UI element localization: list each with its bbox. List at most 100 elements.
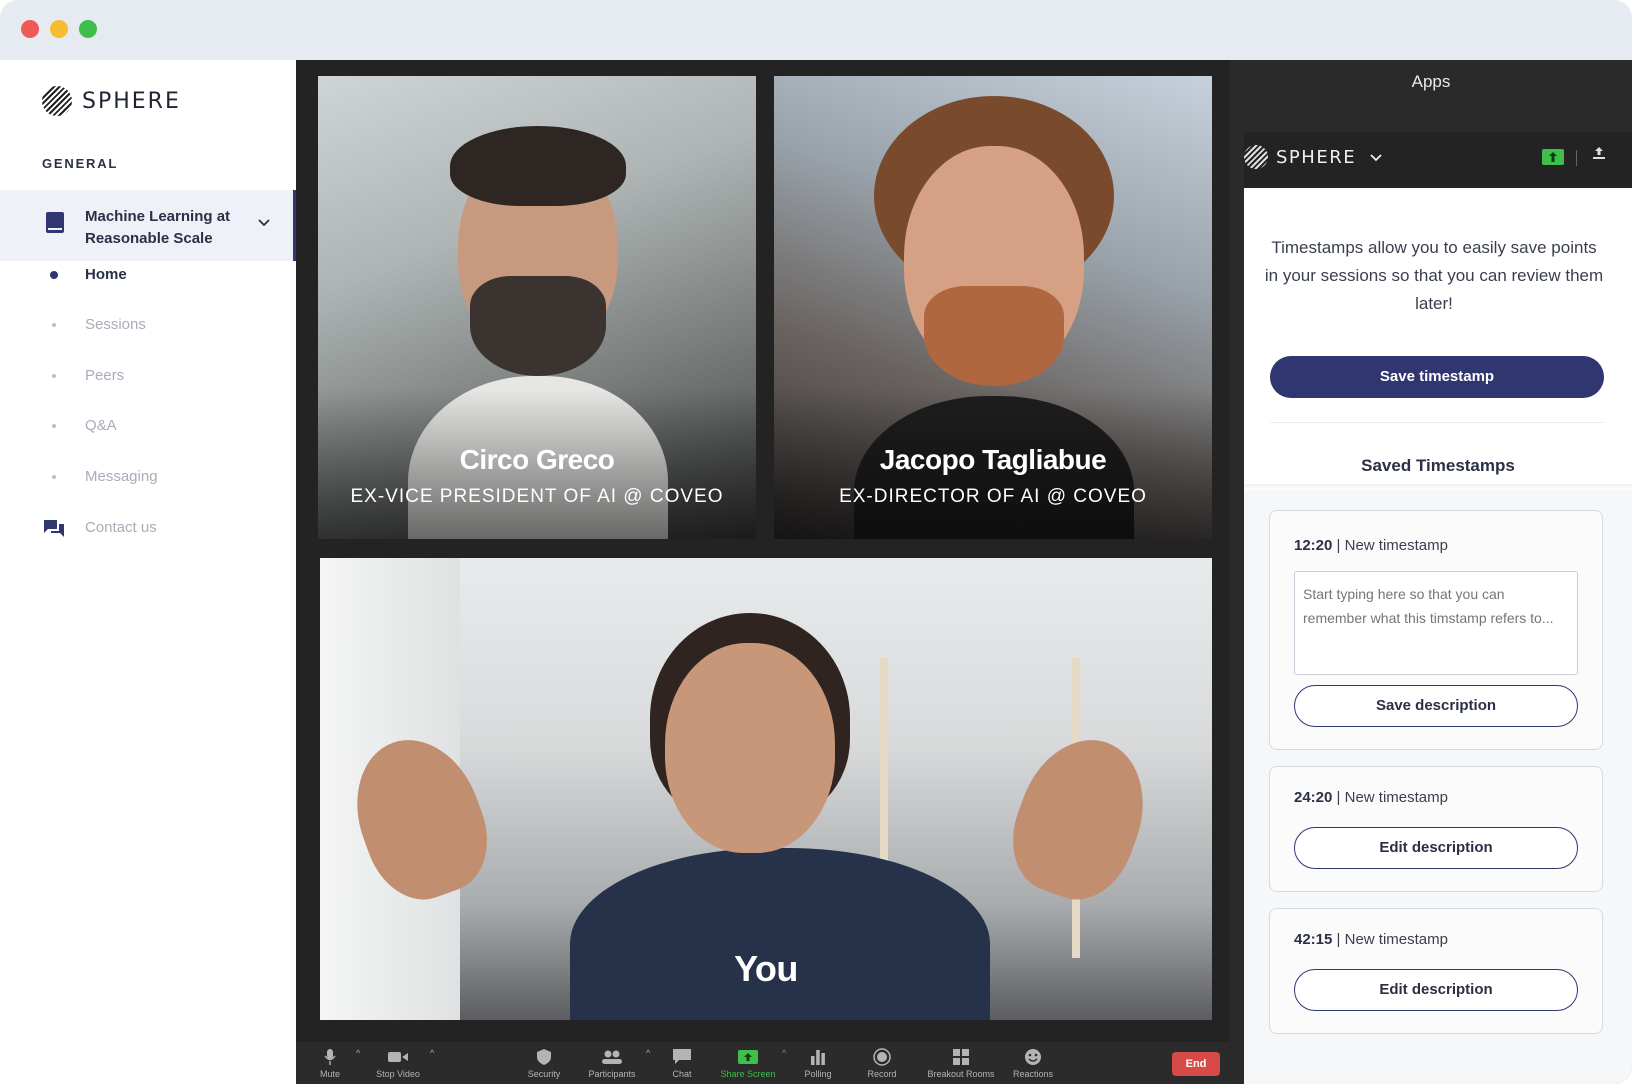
timestamp-header: 12:20 | New timestamp (1294, 537, 1448, 554)
section-title: GENERAL (42, 156, 119, 171)
upload-icon[interactable] (1592, 146, 1606, 163)
self-body (570, 848, 990, 1020)
close-window-button[interactable] (21, 20, 39, 38)
course-title: Machine Learning at Reasonable Scale (85, 208, 231, 247)
sidebar-item-sessions[interactable]: Sessions (0, 310, 296, 342)
participants-button[interactable]: Participants (580, 1042, 644, 1084)
share-screen-button[interactable]: Share Screen (714, 1042, 782, 1084)
record-icon (873, 1048, 891, 1066)
sphere-logo-icon (42, 86, 72, 116)
sidebar-item-label: Contact us (85, 519, 157, 536)
timestamp-time: 12:20 (1294, 537, 1333, 554)
save-timestamp-button[interactable]: Save timestamp (1270, 356, 1604, 398)
sidebar-item-qa[interactable]: Q&A (0, 411, 296, 443)
sidebar-item-contact[interactable]: Contact us (0, 513, 296, 545)
chat-bubbles-icon (43, 519, 65, 539)
self-video-tile[interactable]: You (320, 558, 1212, 1020)
course-selector[interactable]: Machine Learning at Reasonable Scale (0, 190, 296, 261)
reactions-button[interactable]: Reactions (1008, 1042, 1058, 1084)
chevron-down-icon[interactable] (258, 214, 270, 230)
timestamp-title: New timestamp (1344, 789, 1448, 806)
timestamp-title: New timestamp (1344, 931, 1448, 948)
polling-button[interactable]: Polling (796, 1042, 840, 1084)
smiley-icon (1024, 1048, 1042, 1066)
divider (1270, 422, 1604, 423)
app-window: SPHERE GENERAL Machine Learning at Reaso… (0, 0, 1632, 1084)
maximize-window-button[interactable] (79, 20, 97, 38)
apps-title: Apps (1411, 72, 1451, 91)
tool-label: Polling (804, 1069, 832, 1079)
participant-beard (924, 286, 1064, 386)
sphere-logo-icon (1244, 145, 1268, 169)
tool-label: Security (527, 1069, 561, 1079)
sidebar-item-messaging[interactable]: Messaging (0, 462, 296, 494)
timestamp-header: 24:20 | New timestamp (1294, 789, 1448, 806)
timestamp-card: 42:15 | New timestamp Edit description (1269, 908, 1603, 1034)
chevron-up-icon[interactable]: ^ (356, 1048, 360, 1058)
apps-header: SPHERE (1244, 132, 1632, 188)
participant-name: Circo Greco (459, 444, 615, 475)
timestamp-card: 12:20 | New timestamp Save description (1269, 510, 1603, 750)
dot-icon (52, 374, 56, 378)
shield-icon (537, 1048, 551, 1066)
chat-button[interactable]: Chat (660, 1042, 704, 1084)
sidebar: SPHERE GENERAL Machine Learning at Reaso… (0, 60, 296, 1084)
tool-label: Record (867, 1069, 897, 1079)
sphere-logo[interactable]: SPHERE (42, 85, 181, 117)
apps-panel: Apps SPHERE Timestamps allow you to easi… (1230, 60, 1632, 1084)
self-label: You (734, 948, 798, 989)
edit-description-button[interactable]: Edit description (1294, 969, 1578, 1011)
breakout-rooms-button[interactable]: Breakout Rooms (922, 1042, 1000, 1084)
dot-icon (52, 475, 56, 479)
participant-tile[interactable]: Jacopo Tagliabue EX-DIRECTOR OF AI @ COV… (774, 76, 1212, 539)
chevron-up-icon[interactable]: ^ (782, 1048, 786, 1058)
participant-hair (450, 126, 626, 206)
mute-button[interactable]: Mute (310, 1042, 350, 1084)
timestamp-description-input[interactable] (1294, 571, 1578, 675)
chevron-up-icon[interactable]: ^ (430, 1048, 434, 1058)
bar-chart-icon (810, 1048, 826, 1066)
sidebar-item-home[interactable]: Home (0, 260, 296, 292)
share-app-icon[interactable] (1542, 149, 1564, 165)
app-name: SPHERE (1276, 146, 1357, 168)
meeting-toolbar: Mute ^ Stop Video ^ Security Participant… (296, 1042, 1230, 1084)
record-button[interactable]: Record (860, 1042, 904, 1084)
app-switcher[interactable]: SPHERE (1244, 145, 1382, 169)
tool-label: Reactions (1012, 1069, 1054, 1079)
participant-beard (470, 276, 606, 376)
dot-icon (52, 323, 56, 327)
chevron-up-icon[interactable]: ^ (646, 1048, 650, 1058)
people-icon (602, 1048, 622, 1066)
active-dot-icon (50, 271, 58, 279)
timestamp-card: 24:20 | New timestamp Edit description (1269, 766, 1603, 892)
panel-intro-text: Timestamps allow you to easily save poin… (1264, 238, 1604, 313)
share-screen-icon (738, 1048, 758, 1066)
header-divider (1576, 150, 1577, 166)
participant-tile[interactable]: Circo Greco EX-VICE PRESIDENT OF AI @ CO… (318, 76, 756, 539)
tool-label: Stop Video (376, 1069, 420, 1079)
dot-icon (52, 424, 56, 428)
tool-label: Chat (672, 1069, 692, 1079)
video-camera-icon (388, 1048, 408, 1066)
participant-role: EX-VICE PRESIDENT OF AI @ COVEO (350, 486, 724, 507)
sidebar-item-label: Peers (85, 367, 125, 384)
grid-icon (953, 1048, 969, 1066)
sidebar-item-label: Sessions (85, 316, 146, 333)
timestamp-time: 24:20 (1294, 789, 1333, 806)
security-button[interactable]: Security (518, 1042, 570, 1084)
end-meeting-button[interactable]: End (1172, 1052, 1220, 1076)
saved-timestamps-title: Saved Timestamps (1361, 456, 1515, 475)
video-area: Circo Greco EX-VICE PRESIDENT OF AI @ CO… (296, 60, 1230, 1084)
tool-label: Breakout Rooms (927, 1069, 995, 1079)
tool-label: Mute (319, 1069, 340, 1079)
microphone-icon (324, 1048, 336, 1066)
sphere-logo-text: SPHERE (82, 88, 181, 114)
minimize-window-button[interactable] (50, 20, 68, 38)
edit-description-button[interactable]: Edit description (1294, 827, 1578, 869)
stop-video-button[interactable]: Stop Video (366, 1042, 430, 1084)
chevron-down-icon (1370, 149, 1382, 165)
tool-label: Share Screen (720, 1069, 776, 1079)
save-description-button[interactable]: Save description (1294, 685, 1578, 727)
timestamp-title: New timestamp (1344, 537, 1448, 554)
sidebar-item-peers[interactable]: Peers (0, 361, 296, 393)
